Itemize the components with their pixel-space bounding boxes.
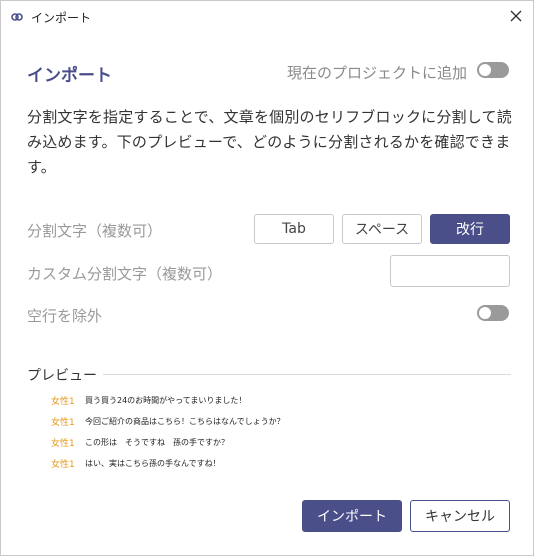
speaker-label: 女性1 (51, 417, 75, 428)
window-title: インポート (31, 11, 92, 25)
import-button[interactable]: インポート (302, 500, 402, 532)
close-icon[interactable] (507, 7, 525, 25)
split-chars-label: 分割文字（複数可） (27, 222, 163, 240)
add-to-project-toggle[interactable] (477, 62, 509, 78)
preview-divider (103, 374, 511, 375)
cancel-button[interactable]: キャンセル (410, 500, 510, 532)
app-logo-icon (11, 13, 23, 21)
speaker-label: 女性1 (51, 396, 75, 407)
preview-text: 買う買う24のお時間がやってまいりました！ (85, 395, 247, 405)
preview-row: 女性1 はい、実はこちら孫の手なんですね！ (51, 455, 221, 471)
preview-text: 今回ご紹介の商品はこちら！こちらはなんでしょうか？ (85, 416, 285, 426)
custom-split-input[interactable] (390, 255, 510, 287)
preview-row: 女性1 今回ご紹介の商品はこちら！こちらはなんでしょうか？ (51, 413, 285, 429)
exclude-blank-toggle[interactable] (477, 305, 509, 321)
speaker-label: 女性1 (51, 438, 75, 449)
preview-text: この形は そうですね 孫の手ですか？ (85, 437, 229, 447)
add-to-project-label: 現在のプロジェクトに追加 (286, 64, 467, 82)
title-bar: インポート (1, 1, 533, 33)
dialog-heading: インポート (27, 66, 112, 86)
split-newline-button[interactable]: 改行 (430, 214, 510, 244)
speaker-label: 女性1 (51, 459, 75, 470)
import-dialog: インポート インポート 現在のプロジェクトに追加 分割文字を指定することで、文章… (0, 0, 534, 556)
preview-text: はい、実はこちら孫の手なんですね！ (85, 458, 221, 468)
split-tab-button[interactable]: Tab (254, 214, 334, 244)
preview-title: プレビュー (27, 368, 97, 384)
custom-split-label: カスタム分割文字（複数可） (27, 265, 223, 283)
description-text: 分割文字を指定することで、文章を個別のセリフブロックに分割して読み込めます。下の… (27, 108, 512, 176)
preview-row: 女性1 この形は そうですね 孫の手ですか？ (51, 434, 229, 450)
split-space-button[interactable]: スペース (342, 214, 422, 244)
preview-row: 女性1 買う買う24のお時間がやってまいりました！ (51, 392, 246, 408)
exclude-blank-label: 空行を除外 (27, 307, 103, 325)
